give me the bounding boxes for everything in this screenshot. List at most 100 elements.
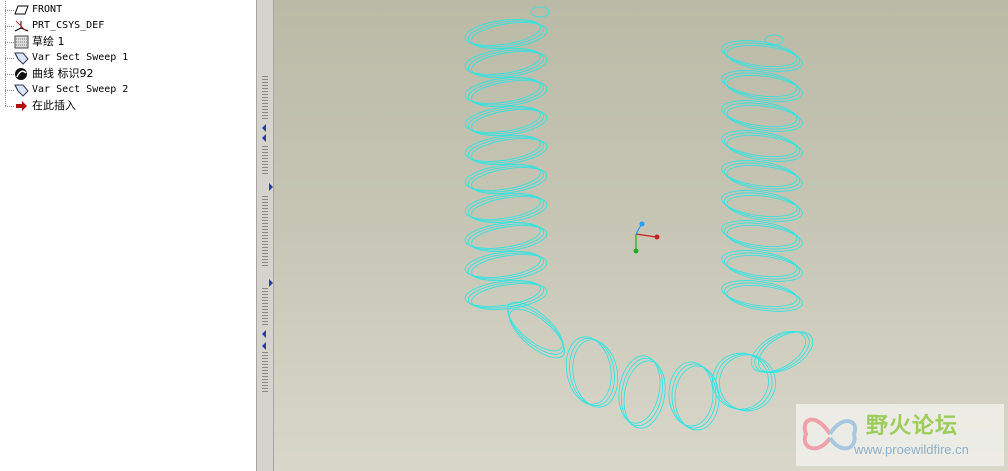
model-tree: FRONT PRT_CSYS_DEF 草绘 1 Var Sect Sweep 1 — [0, 0, 256, 471]
spring-coil — [721, 100, 798, 128]
splitter-grip[interactable] — [262, 288, 268, 326]
tree-connector — [2, 10, 14, 34]
spring-coil — [464, 280, 541, 307]
spring-coil — [715, 353, 773, 411]
spring-coil — [471, 80, 548, 107]
spring-coil — [726, 104, 803, 132]
spring-coil — [721, 220, 798, 248]
spring-coil — [471, 51, 548, 78]
csys-axis-tip — [654, 234, 660, 240]
graphics-window[interactable] — [274, 0, 1008, 471]
collapse-left-arrow-icon[interactable] — [262, 342, 266, 350]
model-tree-list: FRONT PRT_CSYS_DEF 草绘 1 Var Sect Sweep 1 — [0, 0, 256, 114]
spring-coil — [464, 135, 541, 162]
spring-coil — [464, 222, 541, 249]
spring-coil — [726, 74, 803, 102]
spring-coil — [471, 225, 548, 252]
spring-coil — [721, 130, 798, 158]
spring-coil — [721, 190, 798, 218]
tree-connector — [2, 74, 14, 98]
spring-coil — [726, 164, 803, 192]
tree-item-label: PRT_CSYS_DEF — [32, 20, 105, 31]
spring-coil — [671, 363, 717, 429]
spring-coil — [467, 49, 545, 77]
spring-coil — [721, 70, 798, 98]
spring-coil — [464, 164, 541, 191]
splitter-grip[interactable] — [262, 76, 268, 120]
spring-coil — [508, 305, 564, 355]
tree-item-var-sect-sweep-1[interactable]: Var Sect Sweep 1 — [0, 42, 256, 66]
spring-coil — [467, 107, 545, 135]
forum-watermark: 野火论坛 www.proewildfire.cn — [796, 404, 1004, 466]
tree-item-sketch-1[interactable]: 草绘 1 — [0, 26, 256, 50]
spring-coil — [754, 331, 810, 373]
spring-coil — [723, 282, 801, 310]
spring-coil — [721, 250, 798, 278]
tree-connector — [2, 58, 14, 82]
spring-coil — [467, 281, 545, 309]
spring-coil — [726, 194, 803, 222]
spring-coil — [723, 192, 801, 220]
tree-item-curve-id92[interactable]: 曲线 标识92 — [0, 58, 256, 82]
spring-coil — [723, 102, 801, 130]
spring-coil — [471, 254, 548, 281]
collapse-left-arrow-icon[interactable] — [262, 134, 266, 142]
spring-coil — [467, 78, 545, 106]
expand-right-arrow-icon[interactable] — [269, 279, 273, 287]
spring-coil — [464, 77, 541, 104]
splitter-grip[interactable] — [262, 146, 268, 176]
spring-coil — [726, 134, 803, 162]
spring-coil — [726, 224, 803, 252]
splitter-grip[interactable] — [262, 352, 268, 392]
spring-coil — [464, 106, 541, 133]
panel-splitter[interactable] — [256, 0, 274, 471]
tree-item-insert-here[interactable]: 在此插入 — [0, 90, 256, 114]
spring-coil — [464, 48, 541, 75]
tree-item-prt-csys-def[interactable]: PRT_CSYS_DEF — [0, 10, 256, 34]
tree-connector — [2, 26, 14, 50]
tree-item-label: 草绘 1 — [32, 35, 65, 48]
spring-coil — [471, 138, 548, 165]
csys-axis-tip — [639, 221, 645, 227]
tube-end — [530, 6, 550, 18]
tube-end — [764, 34, 784, 46]
var-sect-sweep-icon — [14, 83, 29, 97]
spring-coil — [723, 222, 801, 250]
sketch-icon — [14, 35, 29, 49]
spring-coil — [726, 254, 803, 282]
tree-connector — [2, 90, 14, 114]
tree-item-label: 在此插入 — [32, 99, 76, 112]
datum-plane-icon — [14, 3, 29, 17]
spring-coil — [464, 19, 541, 46]
spring-coil — [723, 132, 801, 160]
spring-coil — [674, 365, 720, 431]
spring-model-wireframe[interactable] — [274, 0, 1008, 471]
tree-item-label: FRONT — [32, 4, 63, 15]
csys-axis-tip — [633, 248, 639, 254]
spring-coil — [471, 109, 548, 136]
spring-coil — [471, 196, 548, 223]
spring-coil — [467, 223, 545, 251]
tree-item-front[interactable]: FRONT — [0, 0, 256, 18]
spring-coil — [467, 20, 545, 48]
csys-axis — [635, 224, 642, 235]
spring-coil — [467, 194, 545, 222]
spring-coil — [721, 160, 798, 188]
spring-coil — [721, 280, 798, 308]
coordinate-system-icon — [14, 19, 29, 33]
collapse-left-arrow-icon[interactable] — [262, 330, 266, 338]
spring-coil — [467, 252, 545, 280]
coordinate-system-triad-icon — [633, 221, 660, 254]
collapse-left-arrow-icon[interactable] — [262, 124, 266, 132]
spring-coil — [467, 136, 545, 164]
csys-axis — [635, 233, 657, 238]
curve-icon — [14, 67, 29, 81]
spring-coil — [723, 42, 801, 70]
expand-right-arrow-icon[interactable] — [269, 183, 273, 191]
watermark-title: 野火论坛 — [866, 414, 959, 439]
tree-connector — [2, 0, 14, 18]
splitter-grip[interactable] — [262, 196, 268, 266]
butterfly-logo-icon — [802, 417, 858, 451]
tree-item-var-sect-sweep-2[interactable]: Var Sect Sweep 2 — [0, 74, 256, 98]
spring-coil — [471, 22, 548, 49]
